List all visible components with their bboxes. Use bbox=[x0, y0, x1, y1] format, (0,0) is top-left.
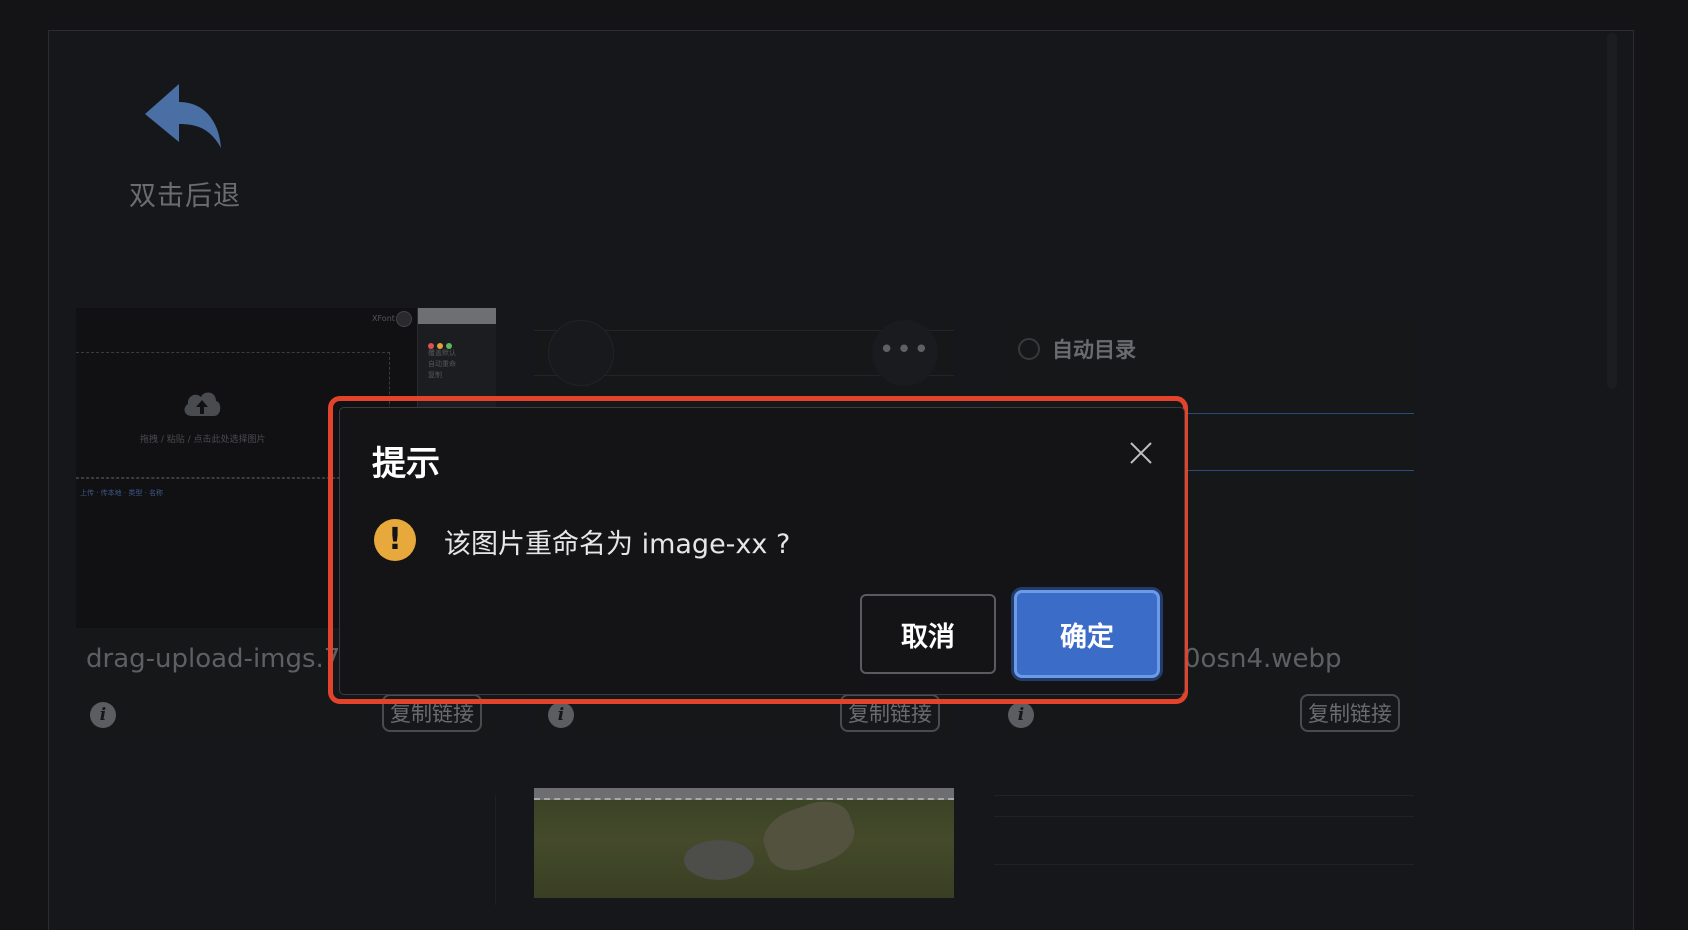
dialog-message: 该图片重命名为 image-xx ? bbox=[444, 529, 791, 560]
thumb-tags: 上传 · 传本地 · 类型 · 名称 bbox=[80, 489, 164, 497]
image-thumbnail[interactable] bbox=[534, 792, 954, 898]
thumb-option-label: 自动目录 bbox=[1052, 338, 1136, 362]
info-icon[interactable]: i bbox=[90, 702, 116, 728]
dialog-title: 提示 bbox=[372, 444, 440, 484]
confirm-button[interactable]: 确定 bbox=[1014, 590, 1160, 678]
info-icon[interactable]: i bbox=[548, 702, 574, 728]
file-name: 0osn4.webp bbox=[1184, 644, 1342, 674]
thumb-header-text: XFont bbox=[372, 314, 395, 323]
info-icon[interactable]: i bbox=[1008, 702, 1034, 728]
file-name: drag-upload-imgs.7 bbox=[86, 644, 341, 674]
thumb-avatar bbox=[396, 311, 412, 327]
confirm-dialog: 提示 ! 该图片重命名为 image-xx ? 取消 确定 bbox=[339, 407, 1185, 695]
image-card[interactable] bbox=[994, 795, 1414, 905]
back-button[interactable]: 双击后退 bbox=[125, 82, 245, 212]
copy-link-button[interactable]: 复制链接 bbox=[1300, 694, 1400, 732]
cancel-button[interactable]: 取消 bbox=[860, 594, 996, 674]
radio-icon bbox=[1018, 338, 1040, 360]
back-arrow-icon bbox=[145, 84, 221, 148]
image-card[interactable] bbox=[534, 788, 954, 898]
scrollbar-thumb[interactable] bbox=[1607, 33, 1617, 389]
more-icon: ••• bbox=[872, 320, 938, 386]
warning-icon: ! bbox=[374, 519, 416, 561]
thumb-drop-text: 拖拽 / 粘贴 / 点击此处选择图片 bbox=[140, 435, 266, 445]
close-icon[interactable] bbox=[1128, 440, 1154, 466]
thumb-avatar bbox=[548, 320, 614, 386]
thumb-menu: 覆盖默认 自动重命 复制 bbox=[428, 349, 456, 379]
back-label: 双击后退 bbox=[129, 181, 241, 212]
cloud-upload-icon bbox=[184, 392, 221, 416]
image-card[interactable] bbox=[76, 795, 496, 905]
